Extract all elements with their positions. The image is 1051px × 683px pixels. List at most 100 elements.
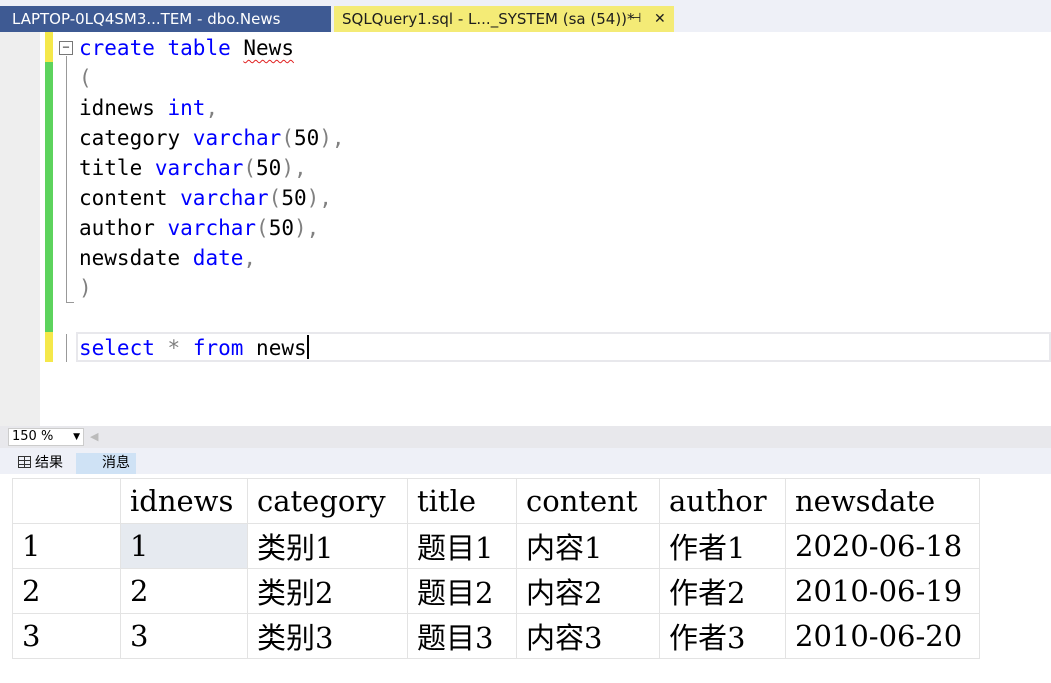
cell-content[interactable]: 内容3 xyxy=(516,613,660,659)
code-line[interactable]: newsdate date, xyxy=(79,243,256,273)
code-token: 50 xyxy=(281,186,307,210)
saved-change-bar xyxy=(45,62,53,332)
tab-messages-label: 消息 xyxy=(102,455,130,471)
unsaved-change-bar xyxy=(45,32,53,62)
code-token: idnews xyxy=(79,96,168,120)
code-token: 50 xyxy=(256,156,282,180)
code-line[interactable]: title varchar(50), xyxy=(79,153,307,183)
text-caret xyxy=(306,335,309,359)
close-icon[interactable]: ✕ xyxy=(654,6,666,32)
document-tab-strip: LAPTOP-0LQ4SM3...TEM - dbo.News SQLQuery… xyxy=(0,0,1051,32)
code-token: author xyxy=(79,216,168,240)
sql-keyword: date xyxy=(192,246,244,270)
code-token: ( xyxy=(256,216,269,240)
code-token: 50 xyxy=(268,216,294,240)
cell-title[interactable]: 题目2 xyxy=(407,568,517,614)
code-token: News xyxy=(243,36,294,60)
cell-category[interactable]: 类别3 xyxy=(247,613,408,659)
cell-idnews[interactable]: 1 xyxy=(120,523,248,569)
column-header-idnews[interactable]: idnews xyxy=(120,478,248,524)
column-header-category[interactable]: category xyxy=(247,478,408,524)
code-token: title xyxy=(79,156,155,180)
code-token: ( xyxy=(79,66,92,90)
table-row[interactable]: 1 1 类别1 题目1 内容1 作者1 2020-06-18 xyxy=(12,523,980,569)
pin-icon[interactable]: ⊣ xyxy=(630,6,641,32)
sql-keyword: int xyxy=(167,96,206,120)
code-line[interactable]: select * from news xyxy=(79,333,309,363)
editor-indicator-margin xyxy=(0,32,40,426)
tab-results[interactable]: 结果 xyxy=(12,453,72,474)
code-token: ), xyxy=(319,126,345,150)
code-token: ) xyxy=(79,276,92,300)
code-token: ), xyxy=(281,156,307,180)
code-token: news xyxy=(243,336,307,360)
table-row[interactable]: 3 3 类别3 题目3 内容3 作者3 2010-06-20 xyxy=(12,613,980,659)
code-line[interactable]: ) xyxy=(79,273,92,303)
results-grid[interactable]: idnews category title content author new… xyxy=(12,478,980,659)
fold-guide xyxy=(66,334,67,362)
code-line[interactable]: create table News xyxy=(79,33,294,63)
collapse-icon[interactable]: − xyxy=(59,41,73,55)
cell-content[interactable]: 内容1 xyxy=(516,523,660,569)
code-token: ), xyxy=(293,216,320,240)
code-token: 50 xyxy=(293,126,320,150)
code-line[interactable]: content varchar(50), xyxy=(79,183,332,213)
column-header-newsdate[interactable]: newsdate xyxy=(785,478,980,524)
sql-keyword: create xyxy=(79,36,155,60)
sql-keyword: varchar xyxy=(192,126,282,150)
sql-keyword: varchar xyxy=(167,216,257,240)
tab-label: SQLQuery1.sql - L..._SYSTEM (sa (54))* xyxy=(342,10,635,28)
cell-idnews[interactable]: 2 xyxy=(120,568,248,614)
code-token: ( xyxy=(268,186,282,210)
cell-newsdate[interactable]: 2010-06-19 xyxy=(785,568,980,614)
tab-label: LAPTOP-0LQ4SM3...TEM - dbo.News xyxy=(12,10,281,28)
results-tab-strip: 结果 消息 xyxy=(0,448,1051,474)
zoom-select[interactable]: 150 % ▼ xyxy=(8,428,84,446)
query-editor[interactable]: − create table News(idnews int, category … xyxy=(0,32,1051,426)
cell-title[interactable]: 题目1 xyxy=(407,523,517,569)
code-token: ( xyxy=(243,156,257,180)
code-token: ), xyxy=(306,186,332,210)
code-token: content xyxy=(79,186,181,210)
table-row[interactable]: 2 2 类别2 题目2 内容2 作者2 2010-06-19 xyxy=(12,568,980,614)
row-number[interactable]: 1 xyxy=(12,523,121,569)
code-line[interactable]: idnews int, xyxy=(79,93,218,123)
cell-title[interactable]: 题目3 xyxy=(407,613,517,659)
row-number[interactable]: 3 xyxy=(12,613,121,659)
results-pane: idnews category title content author new… xyxy=(0,474,1051,683)
sql-keyword: table xyxy=(167,36,231,60)
tab-table-designer[interactable]: LAPTOP-0LQ4SM3...TEM - dbo.News xyxy=(0,6,331,32)
grid-icon xyxy=(18,456,31,468)
scroll-left-icon[interactable]: ◀ xyxy=(90,430,98,443)
sql-keyword: select xyxy=(79,336,155,360)
row-number[interactable]: 2 xyxy=(12,568,121,614)
cell-category[interactable]: 类别2 xyxy=(247,568,408,614)
cell-newsdate[interactable]: 2020-06-18 xyxy=(785,523,980,569)
code-line[interactable]: ( xyxy=(79,63,92,93)
cell-idnews[interactable]: 3 xyxy=(120,613,248,659)
code-token: * xyxy=(167,336,181,360)
code-token: , xyxy=(243,246,257,270)
tab-sql-query[interactable]: SQLQuery1.sql - L..._SYSTEM (sa (54))* ⊣… xyxy=(334,6,674,32)
chevron-down-icon: ▼ xyxy=(73,432,80,442)
column-header-content[interactable]: content xyxy=(516,478,660,524)
cell-category[interactable]: 类别1 xyxy=(247,523,408,569)
cell-newsdate[interactable]: 2010-06-20 xyxy=(785,613,980,659)
cell-author[interactable]: 作者2 xyxy=(659,568,786,614)
cell-content[interactable]: 内容2 xyxy=(516,568,660,614)
cell-author[interactable]: 作者1 xyxy=(659,523,786,569)
fold-guide xyxy=(66,56,67,302)
row-number-header[interactable] xyxy=(12,478,121,524)
cell-author[interactable]: 作者3 xyxy=(659,613,786,659)
tab-messages[interactable]: 消息 xyxy=(76,453,136,474)
code-line[interactable]: category varchar(50), xyxy=(79,123,345,153)
code-token: newsdate xyxy=(79,246,193,270)
header-row: idnews category title content author new… xyxy=(12,478,980,524)
code-line[interactable]: author varchar(50), xyxy=(79,213,319,243)
column-header-author[interactable]: author xyxy=(659,478,786,524)
sql-keyword: varchar xyxy=(180,186,269,210)
column-header-title[interactable]: title xyxy=(407,478,517,524)
unsaved-change-bar xyxy=(45,332,53,362)
